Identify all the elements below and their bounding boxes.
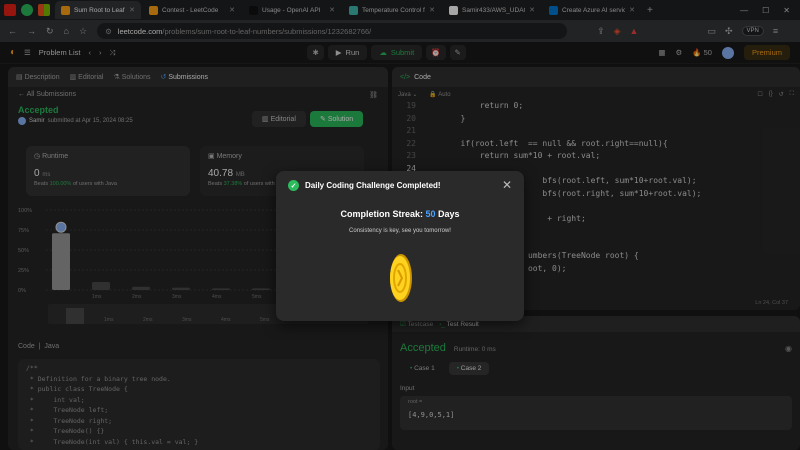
streak-unit: Days [438,209,460,219]
modal-subtitle: Consistency is key, see you tomorrow! [349,228,451,234]
daily-challenge-modal: ✓ Daily Coding Challenge Completed! ✕ Co… [276,171,524,321]
close-icon[interactable]: ✕ [502,178,512,192]
check-circle-icon: ✓ [288,180,299,191]
streak-number: 50 [425,209,436,219]
completion-streak: Completion Streak: 50 Days [276,209,524,219]
gold-coin-icon [390,254,412,302]
streak-label: Completion Streak: [340,209,423,219]
modal-title: ✓ Daily Coding Challenge Completed! [288,180,441,191]
modal-title-text: Daily Coding Challenge Completed! [305,181,441,190]
